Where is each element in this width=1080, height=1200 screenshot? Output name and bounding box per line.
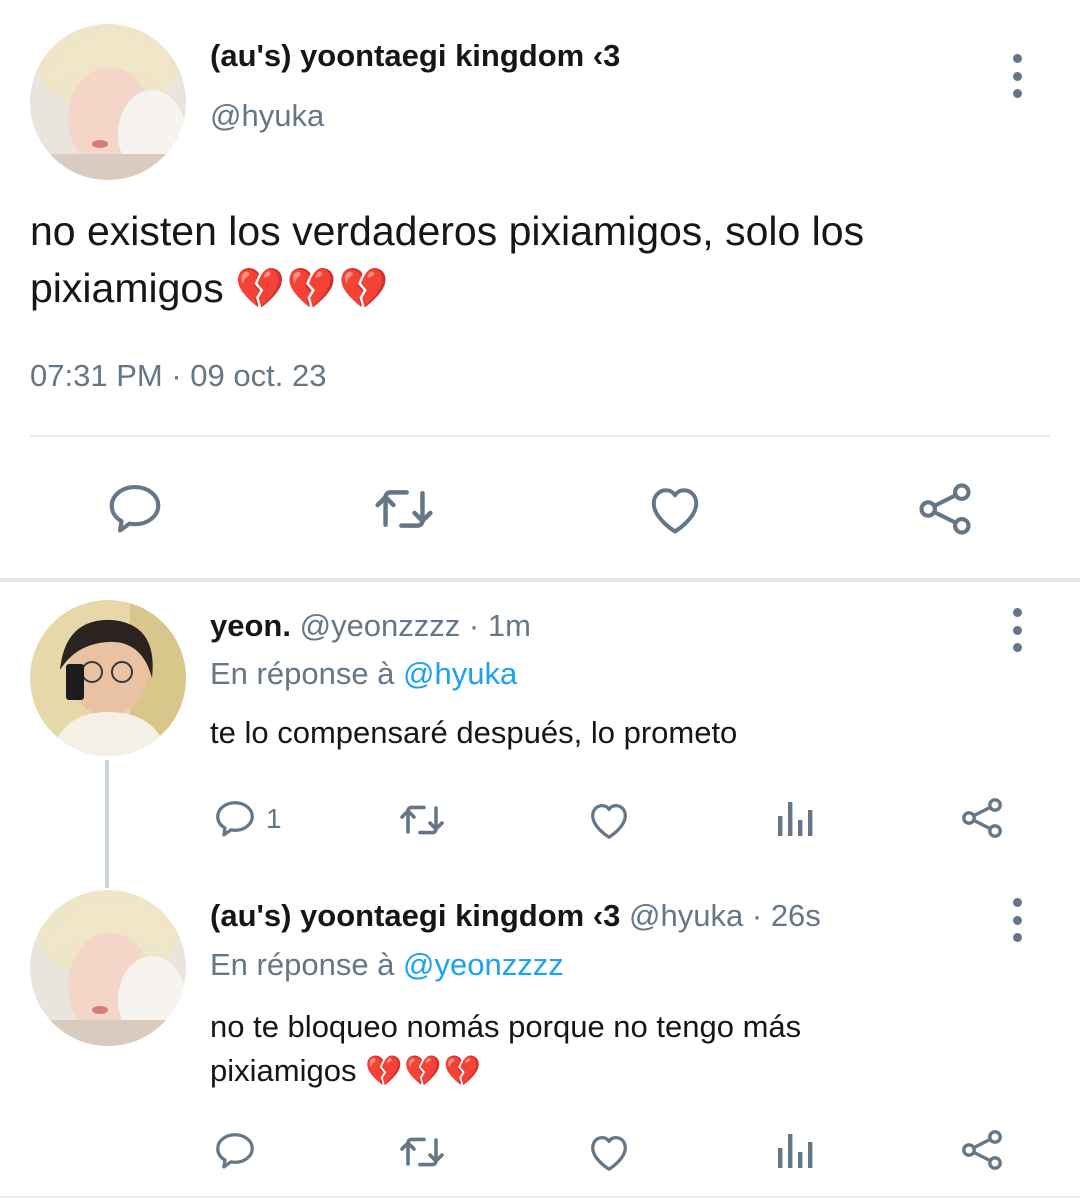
section-divider	[0, 578, 1080, 582]
share-nodes-icon	[962, 1130, 1002, 1170]
broken-heart-emoji: 💔💔💔	[365, 1054, 484, 1089]
reply-button[interactable]	[104, 478, 166, 540]
reply1-reply-prefix: En réponse à	[210, 656, 395, 691]
reply2-handle[interactable]: @hyuka	[629, 898, 743, 933]
main-date: 09 oct. 23	[190, 358, 327, 393]
reply2-separator: ·	[751, 898, 763, 933]
share-nodes-icon	[962, 798, 1002, 838]
reply2-analytics-button[interactable]	[776, 1130, 816, 1170]
main-display-name[interactable]: (au's) yoontaegi kingdom ‹3	[210, 38, 620, 74]
bottom-divider	[0, 1196, 1080, 1198]
reply1-reply-button[interactable]: 1	[212, 796, 282, 842]
broken-heart-emoji: 💔💔💔	[235, 266, 391, 312]
main-handle[interactable]: @hyuka	[210, 98, 324, 134]
reply2-share-button[interactable]	[958, 1126, 1006, 1174]
reply2-like-button[interactable]	[586, 1130, 632, 1174]
reply1-display-name[interactable]: yeon.	[210, 608, 291, 643]
reply2-text: no te bloqueo nomás porque no tengo más …	[210, 1005, 1030, 1094]
reply2-display-name[interactable]: (au's) yoontaegi kingdom ‹3	[210, 898, 620, 933]
main-time: 07:31 PM	[30, 358, 163, 393]
reply1-text: te lo compensaré después, lo prometo	[210, 715, 738, 750]
reply2-reply-to: En réponse à @yeonzzzz	[210, 947, 564, 983]
reply1-separator: ·	[468, 608, 480, 643]
more-options-icon[interactable]	[1002, 54, 1032, 98]
retweet-button[interactable]	[372, 480, 436, 538]
retweet-icon	[400, 1137, 444, 1167]
main-tweet-body: no existen los verdaderos pixiamigos, so…	[30, 208, 865, 311]
reply1-retweet-button[interactable]	[398, 798, 446, 842]
reply1-reply-count: 1	[266, 803, 282, 834]
reply1-time: 1m	[487, 608, 531, 643]
reply2-reply-to-link[interactable]: @yeonzzzz	[403, 947, 564, 982]
main-timestamp: 07:31 PM · 09 oct. 23	[30, 358, 326, 394]
reply1-analytics-button[interactable]	[776, 798, 816, 838]
reply2-time: 26s	[770, 898, 821, 933]
thread-line	[105, 760, 109, 888]
timestamp-separator: ·	[171, 358, 182, 393]
reply1-reply-to-link[interactable]: @hyuka	[403, 656, 517, 691]
bar-chart-icon	[778, 802, 813, 836]
reply2-retweet-button[interactable]	[398, 1130, 446, 1174]
reply1-header: yeon. @yeonzzzz · 1m	[210, 608, 531, 644]
avatar-hyuka[interactable]	[30, 24, 186, 180]
divider	[30, 435, 1050, 437]
reply2-text-line2-wrap: pixiamigos 💔💔💔	[210, 1049, 1030, 1094]
reply1-handle[interactable]: @yeonzzzz	[300, 608, 461, 643]
heart-outline-icon	[591, 1135, 627, 1171]
reply2-reply-prefix: En réponse à	[210, 947, 395, 982]
retweet-icon	[400, 805, 444, 835]
like-button[interactable]	[645, 480, 705, 538]
heart-outline-icon	[651, 488, 699, 534]
reply-bubble-icon	[109, 484, 161, 533]
reply2-reply-button[interactable]	[212, 1128, 258, 1174]
reply2-text-line2: pixiamigos	[210, 1053, 357, 1088]
reply1-like-button[interactable]	[586, 798, 632, 842]
reply-bubble-icon	[216, 1133, 254, 1169]
reply2-text-line1: no te bloqueo nomás porque no tengo más	[210, 1009, 802, 1044]
reply2-more-options-icon[interactable]	[1002, 898, 1032, 942]
main-tweet-text: no existen los verdaderos pixiamigos, so…	[30, 203, 1030, 318]
bar-chart-icon	[778, 1134, 813, 1168]
avatar-hyuka-reply[interactable]	[30, 890, 186, 1046]
share-button[interactable]	[914, 478, 976, 540]
reply2-header: (au's) yoontaegi kingdom ‹3 @hyuka · 26s	[210, 898, 821, 934]
avatar-yeonzzzz[interactable]	[30, 600, 186, 756]
share-nodes-icon	[919, 483, 971, 535]
reply1-more-options-icon[interactable]	[1002, 608, 1032, 652]
reply1-share-button[interactable]	[958, 794, 1006, 842]
reply-bubble-icon	[216, 801, 254, 837]
heart-outline-icon	[591, 803, 627, 839]
reply1-reply-to: En réponse à @hyuka	[210, 656, 517, 692]
retweet-icon	[375, 490, 433, 528]
